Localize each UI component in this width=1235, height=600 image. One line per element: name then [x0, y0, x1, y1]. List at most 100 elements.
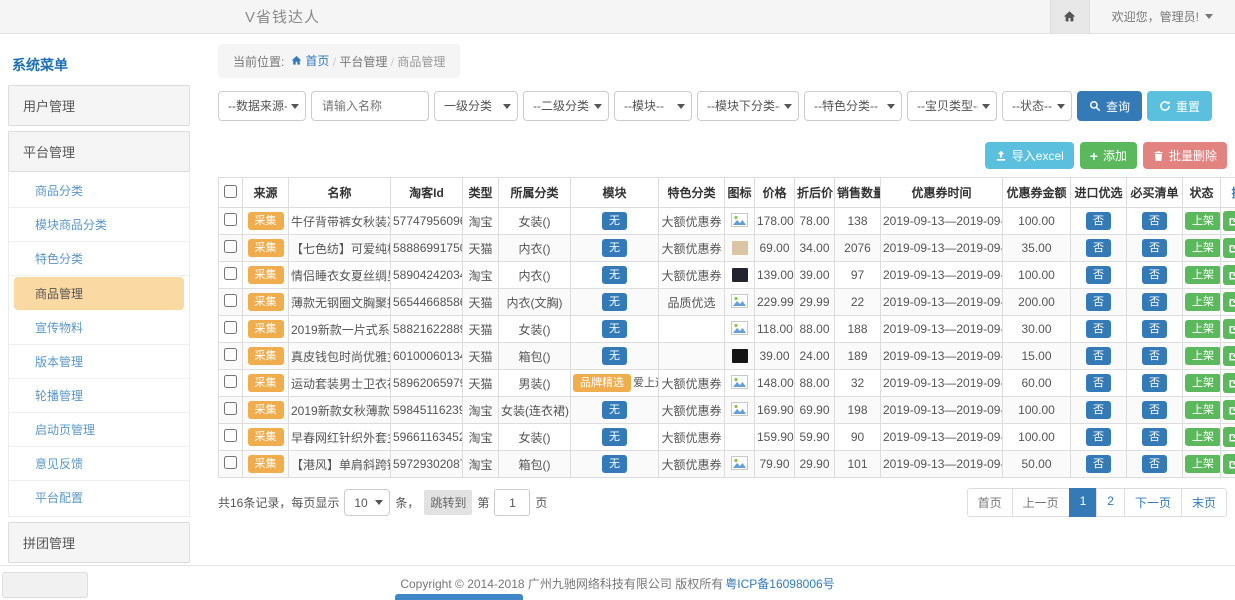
sidebar-subitem-7[interactable]: 启动页管理: [9, 413, 189, 447]
edit-button[interactable]: [1223, 346, 1235, 366]
name-search-input[interactable]: [311, 91, 429, 121]
module-badge[interactable]: 无: [602, 401, 627, 419]
filter-select-4[interactable]: --模块--: [614, 91, 692, 121]
filter-select-2[interactable]: 一级分类: [434, 91, 518, 121]
sidebar-subitem-4[interactable]: 宣传物料: [9, 311, 189, 345]
module-badge[interactable]: 品牌精选: [573, 374, 631, 392]
must-buy-toggle-badge[interactable]: 否: [1142, 455, 1167, 473]
icp-link[interactable]: 粤ICP备16098006号: [725, 575, 834, 592]
sidebar-section-1[interactable]: 平台管理: [8, 131, 190, 172]
imported-toggle-badge[interactable]: 否: [1086, 293, 1111, 311]
per-page-select[interactable]: 10: [344, 489, 390, 516]
status-badge[interactable]: 上架: [1185, 455, 1221, 473]
imported-toggle-badge[interactable]: 否: [1086, 347, 1111, 365]
must-buy-toggle-badge[interactable]: 否: [1142, 428, 1167, 446]
imported-toggle-badge[interactable]: 否: [1086, 212, 1111, 230]
must-buy-toggle-badge[interactable]: 否: [1142, 320, 1167, 338]
batch-delete-button[interactable]: 批量删除: [1143, 142, 1227, 169]
row-checkbox[interactable]: [224, 402, 237, 415]
user-menu[interactable]: 欢迎您，管理员!: [1090, 0, 1235, 33]
sidebar-subitem-6[interactable]: 轮播管理: [9, 379, 189, 413]
status-badge[interactable]: 上架: [1185, 374, 1221, 392]
row-checkbox[interactable]: [224, 321, 237, 334]
row-checkbox[interactable]: [224, 213, 237, 226]
edit-button[interactable]: [1223, 319, 1235, 339]
sidebar-subitem-3[interactable]: 商品管理: [14, 277, 184, 310]
edit-button[interactable]: [1223, 238, 1235, 258]
pager-item-4[interactable]: 下一页: [1124, 488, 1182, 517]
filter-select-5[interactable]: --模块下分类--: [697, 91, 799, 121]
row-checkbox[interactable]: [224, 294, 237, 307]
status-badge[interactable]: 上架: [1185, 428, 1221, 446]
filter-select-6[interactable]: --特色分类--: [804, 91, 902, 121]
filter-select-0[interactable]: --数据来源--: [218, 91, 306, 121]
imported-toggle-badge[interactable]: 否: [1086, 320, 1111, 338]
home-button[interactable]: [1050, 0, 1090, 33]
sidebar-subitem-2[interactable]: 特色分类: [9, 242, 189, 276]
edit-button[interactable]: [1223, 211, 1235, 231]
module-badge[interactable]: 无: [602, 239, 627, 257]
module-badge[interactable]: 无: [602, 320, 627, 338]
imported-toggle-badge[interactable]: 否: [1086, 239, 1111, 257]
status-badge[interactable]: 上架: [1185, 239, 1221, 257]
breadcrumb-home-link[interactable]: 首页: [291, 52, 329, 69]
must-buy-toggle-badge[interactable]: 否: [1142, 347, 1167, 365]
status-badge[interactable]: 上架: [1185, 212, 1221, 230]
imported-toggle-badge[interactable]: 否: [1086, 266, 1111, 284]
module-badge[interactable]: 无: [602, 266, 627, 284]
status-badge[interactable]: 上架: [1185, 266, 1221, 284]
row-checkbox[interactable]: [224, 429, 237, 442]
sidebar-subitem-0[interactable]: 商品分类: [9, 174, 189, 208]
reset-button[interactable]: 重置: [1147, 91, 1212, 121]
sidebar-section-2[interactable]: 拼团管理: [8, 522, 190, 563]
must-buy-toggle-badge[interactable]: 否: [1142, 239, 1167, 257]
edit-button[interactable]: [1223, 292, 1235, 312]
import-excel-button[interactable]: 导入excel: [985, 142, 1074, 169]
row-checkbox[interactable]: [224, 240, 237, 253]
imported-toggle-badge[interactable]: 否: [1086, 428, 1111, 446]
row-checkbox[interactable]: [224, 267, 237, 280]
edit-button[interactable]: [1223, 454, 1235, 474]
add-button[interactable]: + 添加: [1080, 142, 1137, 169]
pager-item-5[interactable]: 末页: [1181, 488, 1227, 517]
sidebar-subitem-9[interactable]: 平台配置: [9, 481, 189, 514]
filter-select-7[interactable]: --宝贝类型--: [907, 91, 997, 121]
edit-button[interactable]: [1223, 400, 1235, 420]
filter-select-8[interactable]: --状态--: [1002, 91, 1072, 121]
must-buy-toggle-badge[interactable]: 否: [1142, 374, 1167, 392]
pager-item-2[interactable]: 1: [1069, 488, 1098, 517]
module-badge[interactable]: 无: [602, 347, 627, 365]
imported-toggle-badge[interactable]: 否: [1086, 374, 1111, 392]
edit-button[interactable]: [1223, 373, 1235, 393]
status-badge[interactable]: 上架: [1185, 401, 1221, 419]
must-buy-toggle-badge[interactable]: 否: [1142, 266, 1167, 284]
must-buy-toggle-badge[interactable]: 否: [1142, 401, 1167, 419]
filter-select-3[interactable]: --二级分类--: [523, 91, 609, 121]
imported-toggle-badge[interactable]: 否: [1086, 455, 1111, 473]
module-badge[interactable]: 无: [602, 455, 627, 473]
jump-button[interactable]: 跳转到: [424, 490, 472, 515]
status-badge[interactable]: 上架: [1185, 320, 1221, 338]
search-button[interactable]: 查询: [1077, 91, 1142, 121]
module-badge[interactable]: 无: [602, 293, 627, 311]
must-buy-toggle-badge[interactable]: 否: [1142, 293, 1167, 311]
status-badge[interactable]: 上架: [1185, 293, 1221, 311]
row-checkbox[interactable]: [224, 348, 237, 361]
sidebar-subitem-5[interactable]: 版本管理: [9, 345, 189, 379]
module-badge[interactable]: 无: [602, 212, 627, 230]
must-buy-toggle-badge[interactable]: 否: [1142, 212, 1167, 230]
sidebar-subitem-1[interactable]: 模块商品分类: [9, 208, 189, 242]
edit-button[interactable]: [1223, 427, 1235, 447]
edit-button[interactable]: [1223, 265, 1235, 285]
sidebar-subitem-8[interactable]: 意见反馈: [9, 447, 189, 481]
row-checkbox[interactable]: [224, 375, 237, 388]
page-number-input[interactable]: [494, 489, 530, 516]
sidebar-section-0[interactable]: 用户管理: [8, 85, 190, 126]
status-badge[interactable]: 上架: [1185, 347, 1221, 365]
select-all-checkbox[interactable]: [224, 185, 237, 198]
module-badge[interactable]: 无: [602, 428, 627, 446]
imported-toggle-badge[interactable]: 否: [1086, 401, 1111, 419]
row-checkbox[interactable]: [224, 456, 237, 469]
pager-item-3[interactable]: 2: [1096, 488, 1125, 517]
breadcrumb-item-1[interactable]: 平台管理: [339, 55, 387, 69]
